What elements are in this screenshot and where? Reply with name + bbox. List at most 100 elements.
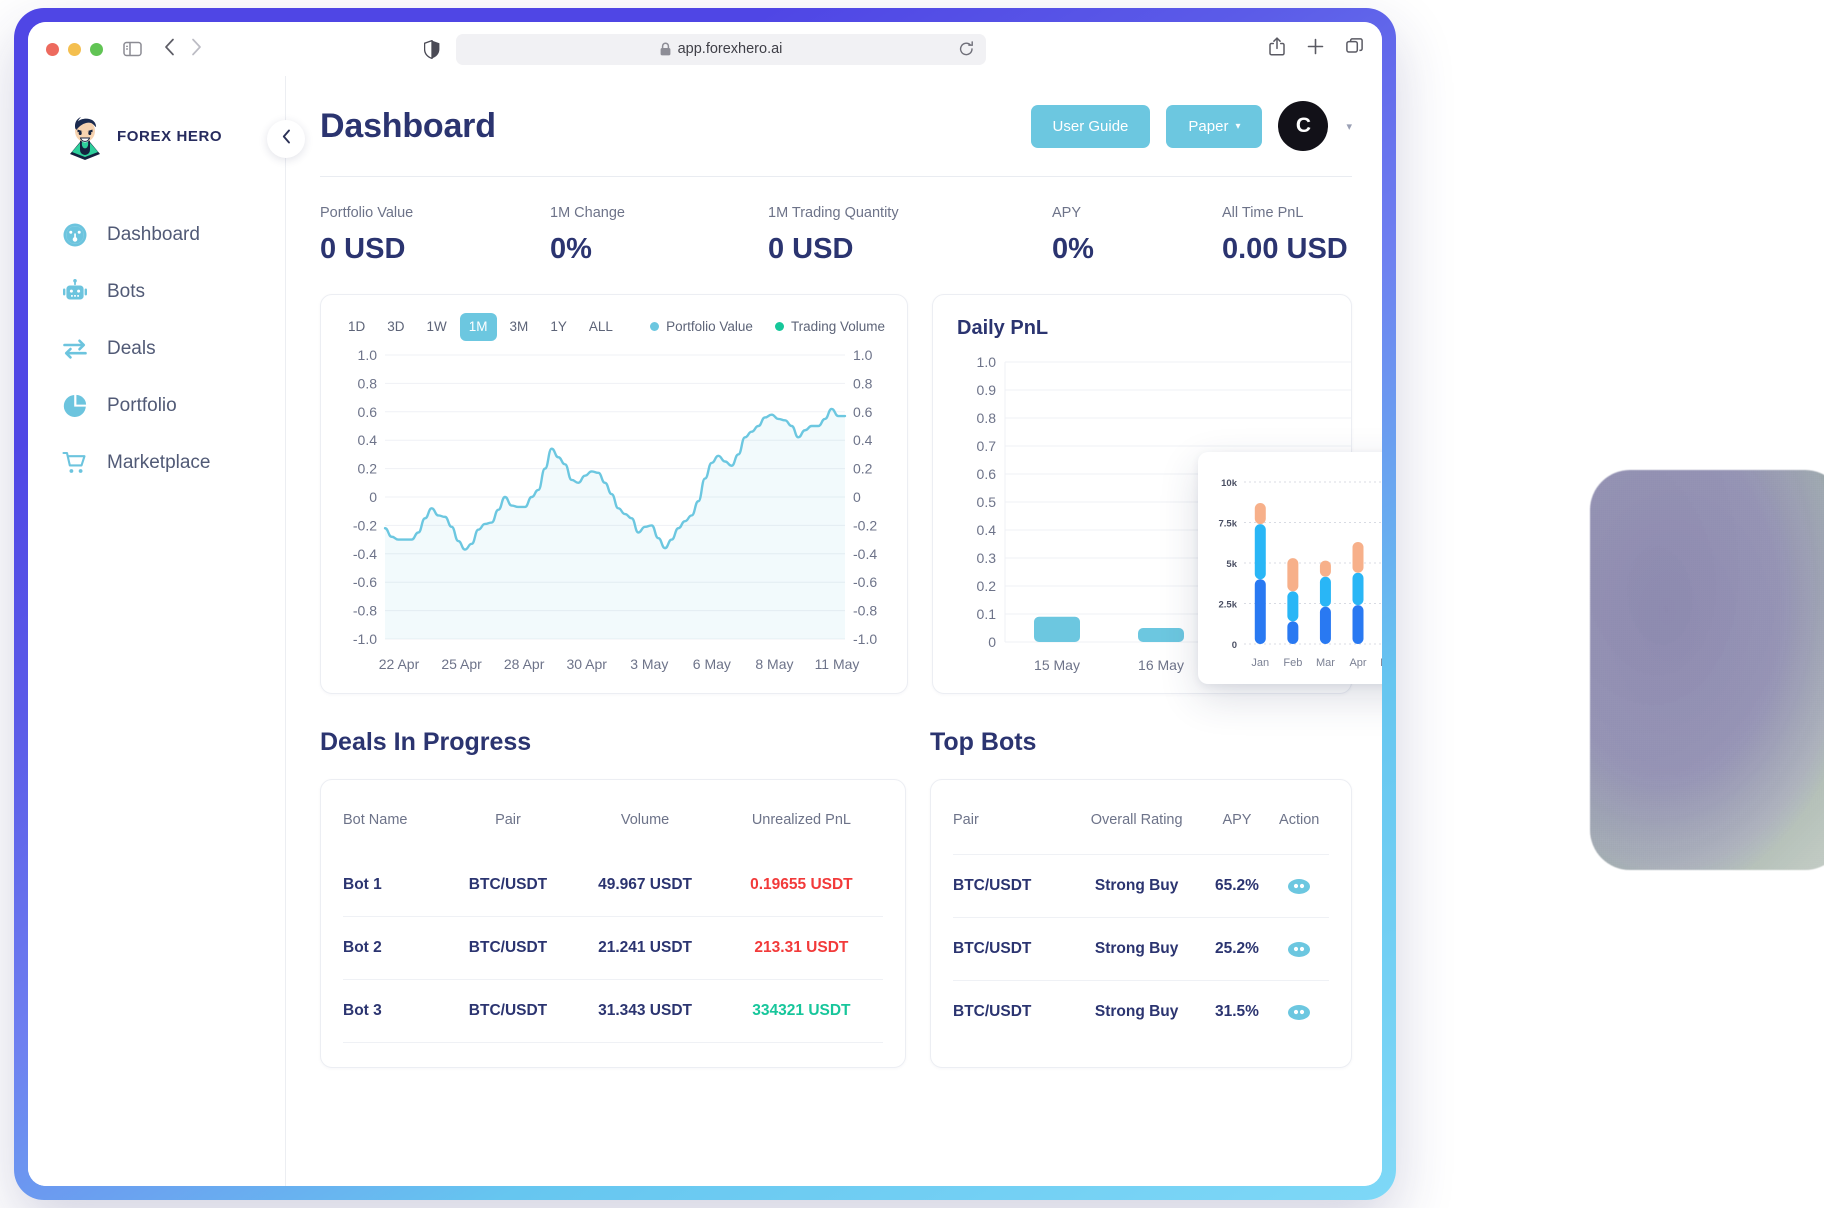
shield-icon[interactable] bbox=[424, 40, 440, 59]
sidebar: FOREX HERO Dashboard bbox=[28, 76, 286, 1186]
svg-text:Jan: Jan bbox=[1251, 657, 1269, 669]
user-guide-button[interactable]: User Guide bbox=[1031, 105, 1151, 148]
sidebar-item-label: Dashboard bbox=[107, 224, 200, 246]
cell-volume: 31.343 USDT bbox=[570, 980, 719, 1043]
svg-text:-0.6: -0.6 bbox=[353, 574, 377, 590]
svg-text:0.6: 0.6 bbox=[977, 466, 997, 482]
pnl-amount: 213.31 bbox=[754, 939, 801, 956]
brand-logo[interactable]: FOREX HERO bbox=[28, 102, 285, 170]
range-3m[interactable]: 3M bbox=[501, 313, 538, 341]
cell-bot-name: Bot 1 bbox=[343, 854, 446, 917]
portfolio-value-chart: 1.01.00.80.80.60.60.40.40.20.200-0.2-0.2… bbox=[339, 341, 891, 681]
reload-icon[interactable] bbox=[959, 41, 974, 57]
plus-icon[interactable] bbox=[1307, 38, 1324, 60]
bot-icon[interactable] bbox=[1269, 942, 1329, 957]
stat-label: Portfolio Value bbox=[320, 205, 550, 221]
sidebar-item-dashboard[interactable]: Dashboard bbox=[28, 206, 285, 263]
sidebar-nav: Dashboard bbox=[28, 206, 285, 491]
table-row[interactable]: BTC/USDT Strong Buy 65.2% bbox=[953, 855, 1329, 918]
bot-icon[interactable] bbox=[1269, 1005, 1329, 1020]
column-pair: Pair bbox=[446, 784, 571, 854]
svg-text:0.2: 0.2 bbox=[977, 578, 997, 594]
pnl-unit: USDT bbox=[810, 876, 852, 893]
robot-icon bbox=[62, 279, 88, 305]
mode-label: Paper bbox=[1188, 118, 1228, 135]
column-unrealized-pnl: Unrealized PnL bbox=[720, 784, 883, 854]
svg-text:22 Apr: 22 Apr bbox=[379, 656, 420, 672]
svg-text:0: 0 bbox=[369, 489, 377, 505]
cell-pair: BTC/USDT bbox=[953, 981, 1069, 1044]
lock-icon bbox=[660, 42, 671, 56]
minimize-window-button[interactable] bbox=[68, 43, 81, 56]
close-window-button[interactable] bbox=[46, 43, 59, 56]
bot-icon[interactable] bbox=[1269, 879, 1329, 894]
table-row[interactable]: BTC/USDT Strong Buy 31.5% bbox=[953, 981, 1329, 1044]
stat-label: All Time PnL bbox=[1222, 205, 1348, 221]
url-text: app.forexhero.ai bbox=[678, 41, 783, 57]
tables-row: Bot Name Pair Volume Unrealized PnL Bot … bbox=[320, 779, 1352, 1068]
avatar[interactable]: C bbox=[1278, 101, 1328, 151]
range-selector: 1D 3D 1W 1M 3M 1Y ALL bbox=[339, 313, 622, 341]
stat-label: APY bbox=[1052, 205, 1222, 221]
browser-toolbar-right bbox=[1269, 37, 1364, 61]
sidebar-item-marketplace[interactable]: Marketplace bbox=[28, 434, 285, 491]
range-all[interactable]: ALL bbox=[580, 313, 622, 341]
browser-window: app.forexhero.ai bbox=[28, 22, 1382, 1186]
svg-text:1.0: 1.0 bbox=[853, 347, 873, 363]
table-row[interactable]: Bot 2 BTC/USDT 21.241 USDT 213.31 USDT bbox=[343, 917, 883, 980]
column-apy: APY bbox=[1205, 784, 1270, 855]
svg-text:8 May: 8 May bbox=[755, 656, 793, 672]
range-1d[interactable]: 1D bbox=[339, 313, 374, 341]
portfolio-chart-card: 1D 3D 1W 1M 3M 1Y ALL Portfolio Value bbox=[320, 294, 908, 694]
sidebar-toggle-icon[interactable] bbox=[123, 41, 142, 57]
sidebar-item-label: Deals bbox=[107, 338, 156, 360]
brand-name: FOREX HERO bbox=[117, 128, 222, 145]
floating-stacked-bar-chart: 10k7.5k5k2.5k0JanFebMarAprMayJunJul bbox=[1208, 468, 1382, 678]
legend-dot-icon bbox=[650, 322, 659, 331]
maximize-window-button[interactable] bbox=[90, 43, 103, 56]
app-root: FOREX HERO Dashboard bbox=[28, 76, 1382, 1186]
pnl-amount: 334321 bbox=[752, 1002, 804, 1019]
svg-text:0.8: 0.8 bbox=[853, 375, 873, 391]
table-header-row: Bot Name Pair Volume Unrealized PnL bbox=[343, 784, 883, 854]
svg-text:-0.2: -0.2 bbox=[353, 517, 377, 533]
column-action: Action bbox=[1269, 784, 1329, 855]
stat-value: 0% bbox=[550, 233, 768, 266]
cell-pair: BTC/USDT bbox=[446, 980, 571, 1043]
sidebar-item-label: Portfolio bbox=[107, 395, 177, 417]
svg-text:0.9: 0.9 bbox=[977, 382, 997, 398]
share-icon[interactable] bbox=[1269, 37, 1285, 61]
url-bar[interactable]: app.forexhero.ai bbox=[456, 34, 986, 65]
svg-text:0.8: 0.8 bbox=[977, 410, 997, 426]
range-1w[interactable]: 1W bbox=[418, 313, 456, 341]
table-row[interactable]: Bot 1 BTC/USDT 49.967 USDT 0.19655 USDT bbox=[343, 854, 883, 917]
legend-trading-volume[interactable]: Trading Volume bbox=[775, 319, 885, 334]
pnl-amount: 0.19655 bbox=[750, 876, 806, 893]
stat-value: 0 USD bbox=[320, 233, 550, 266]
sidebar-collapse-button[interactable] bbox=[267, 120, 305, 158]
sidebar-item-bots[interactable]: Bots bbox=[28, 263, 285, 320]
back-arrow-icon[interactable] bbox=[164, 38, 175, 60]
avatar-chevron-down-icon[interactable]: ▾ bbox=[1346, 120, 1352, 133]
range-1y[interactable]: 1Y bbox=[541, 313, 576, 341]
sidebar-item-deals[interactable]: Deals bbox=[28, 320, 285, 377]
browser-navigation bbox=[164, 38, 202, 60]
legend-portfolio-value[interactable]: Portfolio Value bbox=[650, 319, 753, 334]
sidebar-item-portfolio[interactable]: Portfolio bbox=[28, 377, 285, 434]
svg-text:25 Apr: 25 Apr bbox=[441, 656, 482, 672]
table-row[interactable]: BTC/USDT Strong Buy 25.2% bbox=[953, 918, 1329, 981]
svg-text:0.8: 0.8 bbox=[358, 375, 378, 391]
page-header: Dashboard User Guide Paper ▾ C ▾ bbox=[320, 76, 1352, 176]
forward-arrow-icon[interactable] bbox=[191, 38, 202, 60]
svg-text:30 Apr: 30 Apr bbox=[566, 656, 607, 672]
chevron-left-icon bbox=[282, 129, 291, 149]
svg-text:-0.8: -0.8 bbox=[853, 602, 877, 618]
tabs-icon[interactable] bbox=[1346, 38, 1364, 61]
svg-text:11 May: 11 May bbox=[815, 656, 860, 672]
range-3d[interactable]: 3D bbox=[378, 313, 413, 341]
legend-label: Trading Volume bbox=[791, 319, 885, 334]
table-row[interactable]: Bot 3 BTC/USDT 31.343 USDT 334321 USDT bbox=[343, 980, 883, 1043]
mode-dropdown-button[interactable]: Paper ▾ bbox=[1166, 105, 1262, 148]
table-row-spacer bbox=[343, 1043, 883, 1062]
range-1m[interactable]: 1M bbox=[460, 313, 497, 341]
